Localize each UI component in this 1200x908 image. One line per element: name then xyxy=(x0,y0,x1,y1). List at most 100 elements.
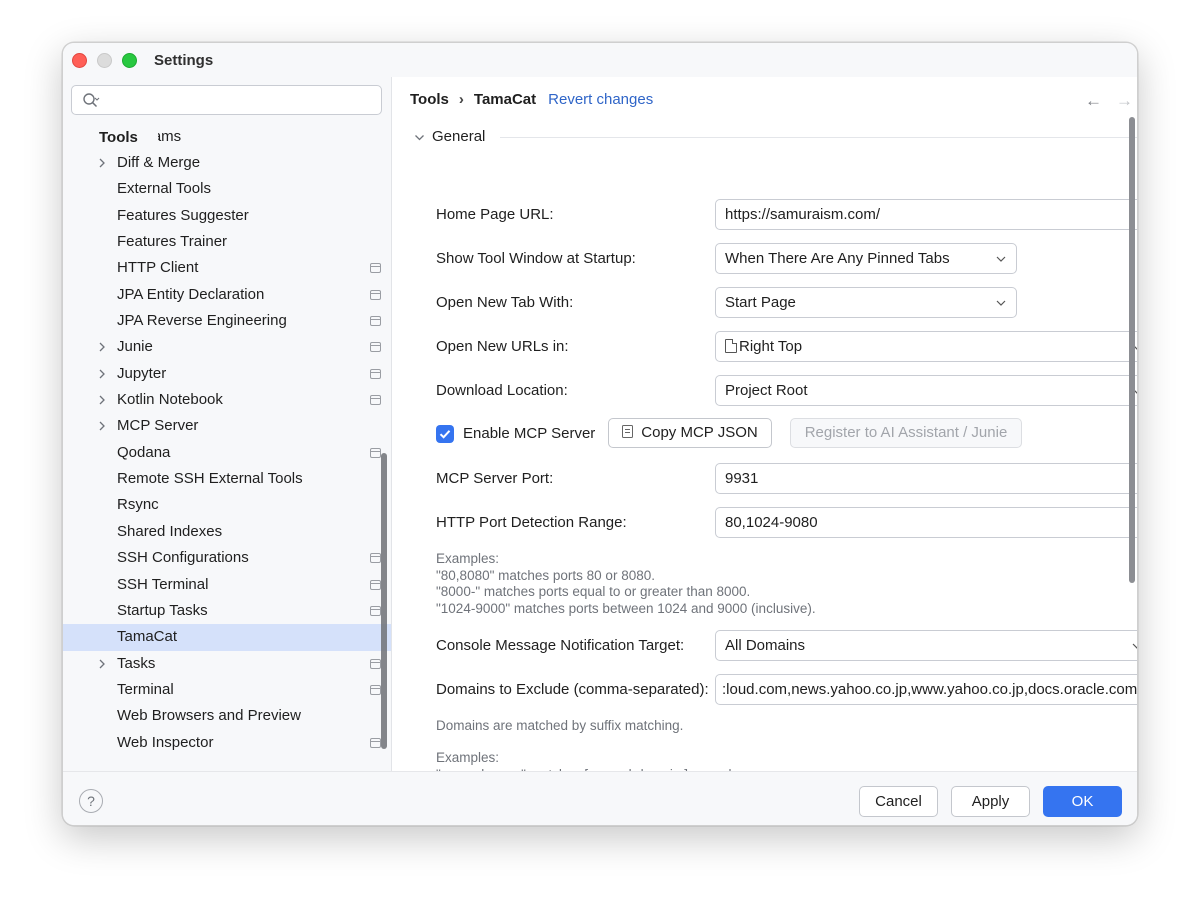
ok-button[interactable]: OK xyxy=(1043,786,1122,817)
sidebar-item-label: Junie xyxy=(117,338,153,356)
apply-button[interactable]: Apply xyxy=(951,786,1030,817)
chevron-right-icon[interactable] xyxy=(97,342,107,352)
sidebar-item[interactable]: Jupyter xyxy=(63,361,391,387)
home-page-url-input[interactable]: https://samuraism.com/ xyxy=(715,199,1137,230)
revert-changes-link[interactable]: Revert changes xyxy=(548,91,653,108)
open-new-tab-value: Start Page xyxy=(725,294,796,311)
enable-mcp-checkbox[interactable] xyxy=(436,425,454,443)
register-ai-assistant-button[interactable]: Register to AI Assistant / Junie xyxy=(790,418,1022,448)
project-level-icon xyxy=(370,684,381,695)
sidebar-item[interactable]: MCP Server xyxy=(63,413,391,439)
forward-arrow-icon[interactable]: → xyxy=(1116,91,1133,110)
sidebar-item[interactable]: Kotlin Notebook xyxy=(63,387,391,413)
download-location-select[interactable]: Project Root xyxy=(715,375,1137,406)
sidebar-item-label: Diff & Merge xyxy=(117,154,201,171)
copy-icon xyxy=(622,425,634,438)
open-new-tab-select[interactable]: Start Page xyxy=(715,287,1017,318)
breadcrumb-parent[interactable]: Tools xyxy=(410,91,449,108)
chevron-right-icon[interactable] xyxy=(97,659,107,669)
sidebar-item[interactable]: SSH Terminal xyxy=(63,572,391,598)
back-arrow-icon[interactable]: ← xyxy=(1085,91,1102,110)
split-right-top-icon xyxy=(725,339,737,353)
sidebar-item[interactable]: Qodana xyxy=(63,440,391,466)
open-new-urls-value: Right Top xyxy=(739,338,803,355)
sidebar-item[interactable]: SSH Configurations xyxy=(63,545,391,571)
port-examples-text: Examples: "80,8080" matches ports 80 or … xyxy=(436,551,816,616)
dialog-footer: ? Cancel Apply OK xyxy=(63,771,1137,825)
help-button[interactable]: ? xyxy=(79,789,103,813)
sidebar-item[interactable]: Diff & Merge xyxy=(63,150,391,176)
sidebar-item[interactable]: Terminal xyxy=(63,677,391,703)
sidebar-item-label: Remote SSH External Tools xyxy=(117,470,303,488)
mcp-port-input[interactable]: 9931 xyxy=(715,463,1137,494)
sidebar-item[interactable]: Features Suggester xyxy=(63,203,391,229)
sidebar-item[interactable]: Rsync xyxy=(63,492,391,518)
http-port-range-label: HTTP Port Detection Range: xyxy=(436,514,627,531)
sidebar-item-label: External Tools xyxy=(117,180,211,198)
window-title: Settings xyxy=(154,52,214,69)
chevron-right-icon[interactable] xyxy=(97,158,107,168)
open-new-urls-select[interactable]: Right Top xyxy=(715,331,1137,362)
project-level-icon xyxy=(370,316,381,327)
sidebar-item-label: JPA Reverse Engineering xyxy=(117,312,287,330)
sidebar-item[interactable]: HTTP Client xyxy=(63,255,391,281)
sidebar-item-label: SSH Configurations xyxy=(117,549,249,567)
home-page-url-label: Home Page URL: xyxy=(436,206,554,223)
show-tool-window-select[interactable]: When There Are Any Pinned Tabs xyxy=(715,243,1017,274)
checkmark-icon xyxy=(439,430,451,439)
project-level-icon xyxy=(370,289,381,300)
sidebar-item-label: SSH Terminal xyxy=(117,575,209,593)
sidebar-item[interactable]: TamaCat xyxy=(63,624,391,651)
chevron-down-icon xyxy=(996,300,1006,306)
domains-exclude-value: :loud.com,news.yahoo.co.jp,www.yahoo.co.… xyxy=(722,681,1138,698)
sidebar-scrollbar[interactable] xyxy=(381,453,387,749)
sidebar-item[interactable]: Shared Indexes xyxy=(63,519,391,545)
project-level-icon xyxy=(370,368,381,379)
project-level-icon xyxy=(370,263,381,274)
title-bar: Settings xyxy=(63,43,1137,77)
settings-tree: Tools DiagramsDiff & MergeExternal Tools… xyxy=(63,125,391,771)
show-tool-window-label: Show Tool Window at Startup: xyxy=(436,250,636,267)
sidebar-item[interactable]: Features Trainer xyxy=(63,229,391,255)
sidebar-item-label: Rsync xyxy=(117,496,159,514)
sidebar-item[interactable]: Web Browsers and Preview xyxy=(63,703,391,729)
project-level-icon xyxy=(370,737,381,748)
sidebar-item[interactable]: JPA Entity Declaration xyxy=(63,282,391,308)
section-title: General xyxy=(432,128,486,145)
tree-section-header: Tools xyxy=(99,129,158,146)
copy-mcp-json-label: Copy MCP JSON xyxy=(641,424,758,441)
sidebar-item[interactable]: External Tools xyxy=(63,176,391,202)
breadcrumb: Tools › TamaCat Revert changes xyxy=(410,91,653,108)
sidebar-item[interactable]: Startup Tasks xyxy=(63,598,391,624)
console-target-select[interactable]: All Domains xyxy=(715,630,1137,661)
sidebar-item-label: MCP Server xyxy=(117,417,199,435)
sidebar-item-label: Startup Tasks xyxy=(117,601,208,619)
download-location-value: Project Root xyxy=(725,382,808,399)
sidebar-item-label: JPA Entity Declaration xyxy=(117,285,265,303)
copy-mcp-json-button[interactable]: Copy MCP JSON xyxy=(608,418,772,448)
sidebar-item-label: Tasks xyxy=(117,654,156,672)
home-page-url-value: https://samuraism.com/ xyxy=(725,206,881,223)
maximize-window-button[interactable] xyxy=(122,53,137,68)
domains-exclude-input[interactable]: :loud.com,news.yahoo.co.jp,www.yahoo.co.… xyxy=(715,674,1138,705)
sidebar-item[interactable]: Junie xyxy=(63,334,391,360)
cancel-button[interactable]: Cancel xyxy=(859,786,938,817)
http-port-range-input[interactable]: 80,1024-9080 xyxy=(715,507,1137,538)
sidebar-item[interactable]: Remote SSH External Tools xyxy=(63,466,391,492)
minimize-window-button[interactable] xyxy=(97,53,112,68)
sidebar-item[interactable]: Tasks xyxy=(63,651,391,677)
sidebar-item-label: Web Inspector xyxy=(117,733,214,751)
enable-mcp-label[interactable]: Enable MCP Server xyxy=(463,425,595,442)
mcp-port-label: MCP Server Port: xyxy=(436,470,554,487)
sidebar-item-label: Web Browsers and Preview xyxy=(117,707,301,725)
close-window-button[interactable] xyxy=(72,53,87,68)
chevron-right-icon[interactable] xyxy=(97,421,107,431)
sidebar-item[interactable]: Web Inspector xyxy=(63,730,391,756)
show-tool-window-value: When There Are Any Pinned Tabs xyxy=(725,250,950,267)
breadcrumb-separator: › xyxy=(458,91,464,108)
sidebar-item[interactable]: JPA Reverse Engineering xyxy=(63,308,391,334)
chevron-right-icon[interactable] xyxy=(97,369,107,379)
chevron-right-icon[interactable] xyxy=(97,395,107,405)
settings-search-input[interactable] xyxy=(71,85,382,115)
vertical-scrollbar[interactable] xyxy=(1129,117,1135,583)
